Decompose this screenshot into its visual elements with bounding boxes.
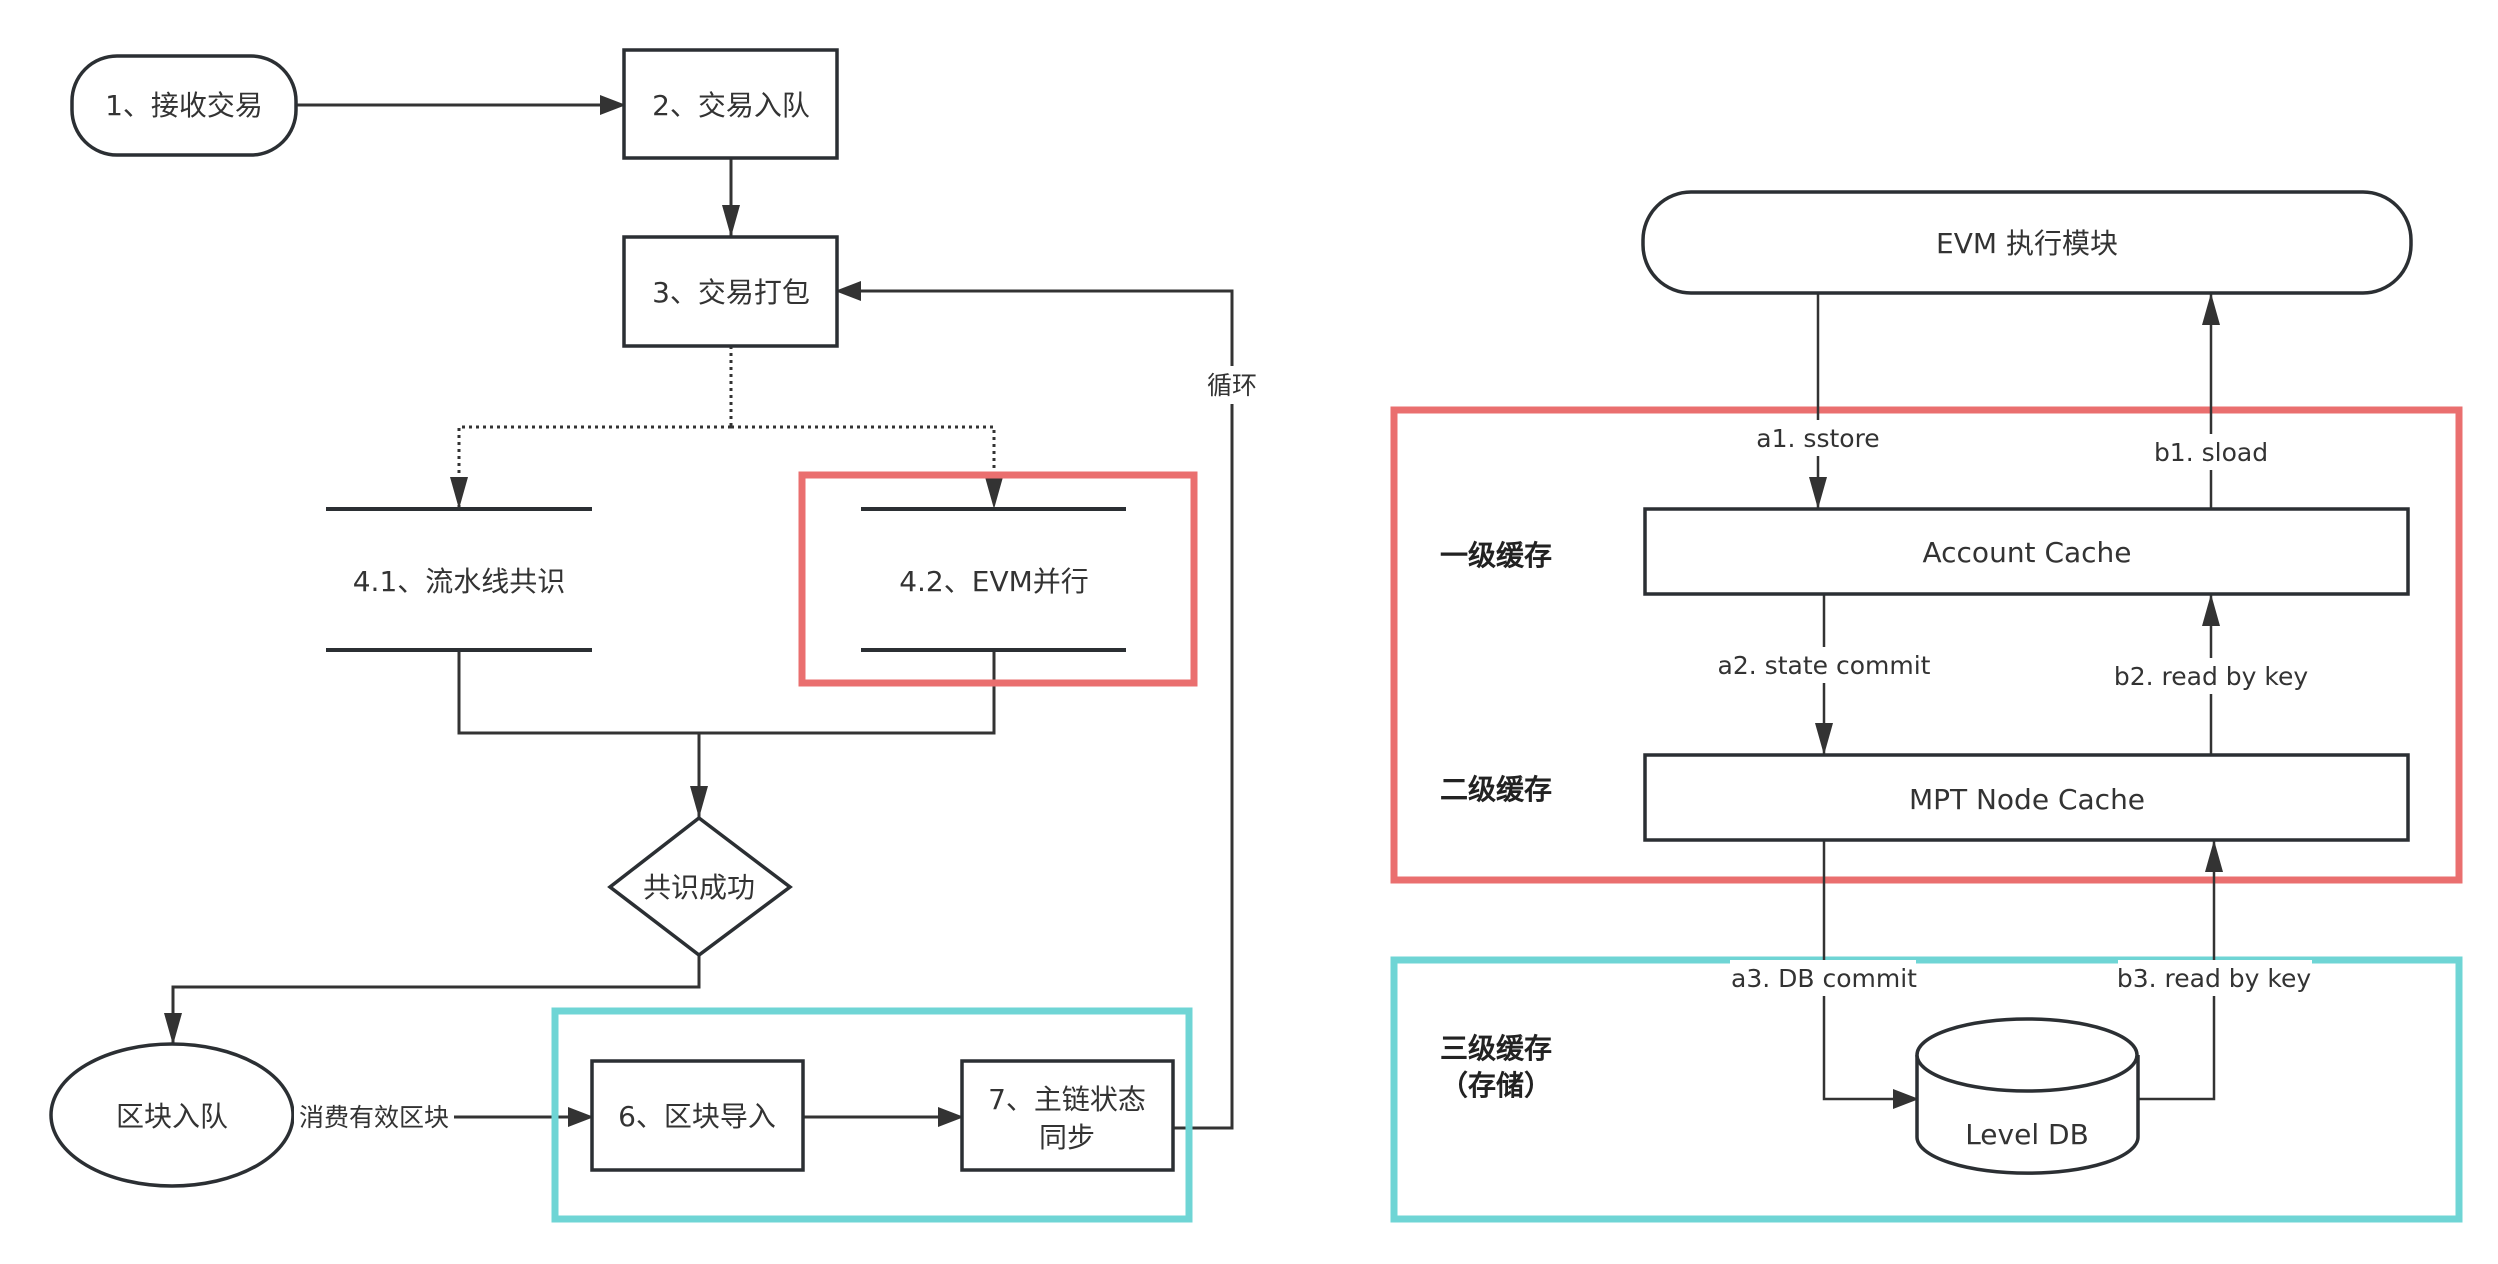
tier-label-l3: 三级缓存	[1440, 1032, 1552, 1065]
node-account-cache-label: Account Cache	[1922, 536, 2131, 569]
node-consensus-success-label: 共识成功	[643, 871, 755, 904]
edge-label-a3: a3. DB commit	[1731, 964, 1917, 993]
diagram-canvas: 循环 1、接收交易 2、交易入队 3、交易打包 4.1、流水线共识 4.2、EV…	[49, 48, 2463, 1223]
cylinder-top	[1915, 1017, 2139, 1093]
node-mainchain-sync-label-2: 同步	[1039, 1121, 1095, 1154]
edge-label-consume-valid-block: 消费有效区块	[299, 1103, 449, 1132]
edge-label-loop: 循环	[1207, 371, 1257, 400]
edge-pack-to-pipeline	[450, 425, 731, 509]
tier-label-l1: 一级缓存	[1440, 539, 1552, 572]
tier-label-l3-sub: （存储）	[1440, 1069, 1552, 1102]
edge-label-a2: a2. state commit	[1718, 651, 1931, 680]
edge-label-b1: b1. sload	[2154, 438, 2268, 467]
node-level-db-label: Level DB	[1965, 1118, 2089, 1151]
node-evm-parallel[interactable]: 4.2、EVM并行	[861, 507, 1126, 652]
node-level-db[interactable]: Level DB	[1915, 1017, 2140, 1175]
node-tx-pack-label: 3、交易打包	[652, 276, 810, 309]
edge-loop	[835, 281, 1234, 1130]
node-tx-enqueue-label: 2、交易入队	[652, 89, 810, 122]
edge-join	[457, 650, 996, 735]
left-flowchart: 循环 1、接收交易 2、交易入队 3、交易打包 4.1、流水线共识 4.2、EV…	[49, 48, 1264, 1223]
edge-label-a1: a1. sstore	[1756, 424, 1879, 453]
node-evm-module-label: EVM 执行模块	[1936, 227, 2118, 260]
node-mainchain-sync-label-1: 7、主链状态	[988, 1083, 1146, 1116]
node-block-import-label: 6、区块导入	[618, 1100, 776, 1133]
edge-decision-to-block-enqueue	[164, 955, 701, 1045]
tier-label-l2: 二级缓存	[1440, 773, 1552, 806]
node-block-enqueue-label: 区块入队	[116, 1100, 228, 1133]
edge-pack-to-evm-parallel	[731, 425, 1003, 509]
node-evm-parallel-label: 4.2、EVM并行	[899, 565, 1089, 598]
node-receive-tx-label: 1、接收交易	[105, 89, 263, 122]
node-mpt-node-cache-label: MPT Node Cache	[1909, 783, 2145, 816]
edge-label-b3: b3. read by key	[2117, 964, 2311, 993]
cache-architecture: a1. sstore b1. sload a2. state commit b2…	[1390, 190, 2463, 1223]
edge-label-b2: b2. read by key	[2114, 662, 2308, 691]
node-pipeline-consensus-label: 4.1、流水线共识	[353, 565, 566, 598]
node-pipeline-consensus[interactable]: 4.1、流水线共识	[326, 507, 592, 652]
